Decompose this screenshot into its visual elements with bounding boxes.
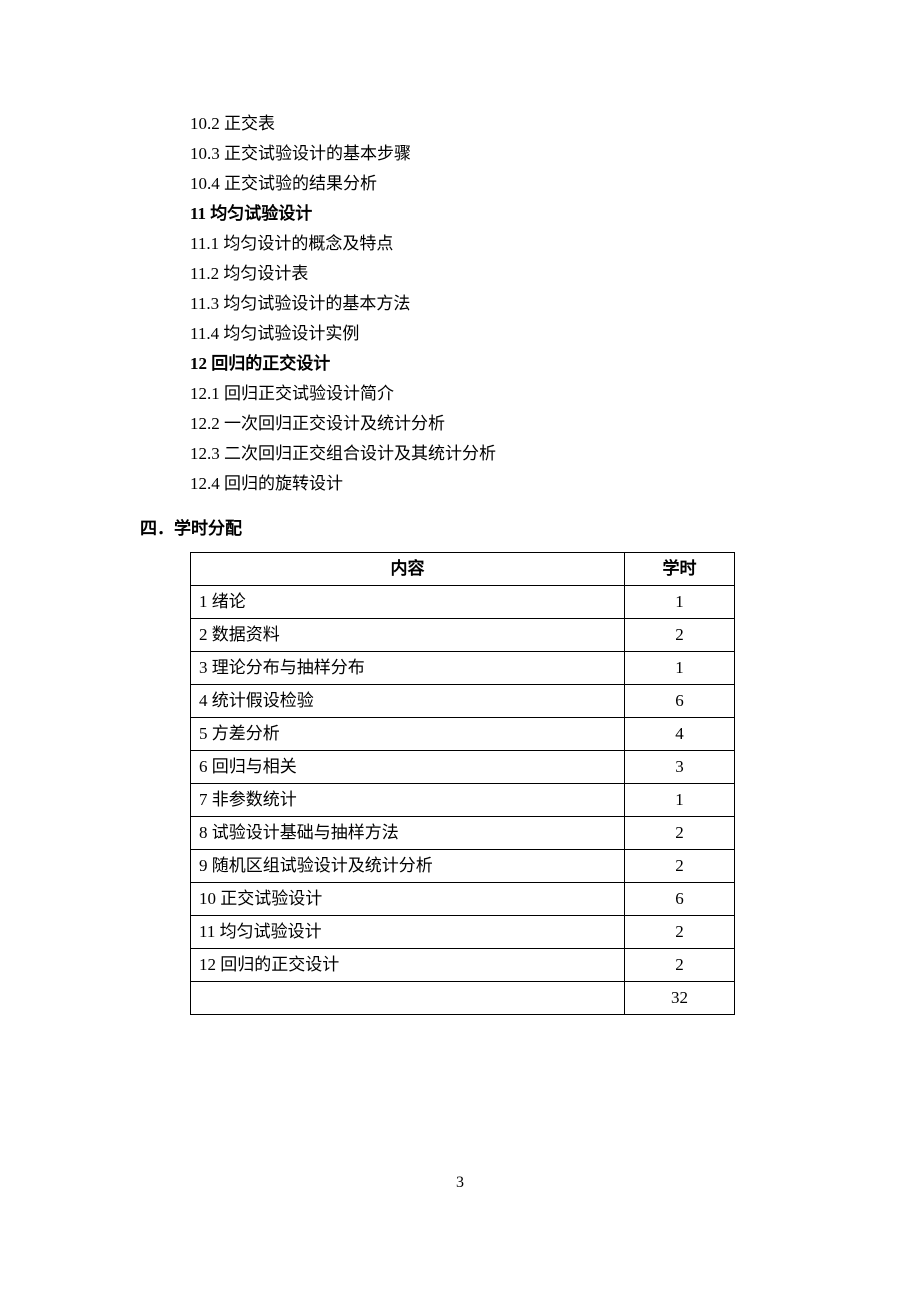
table-row: 9 随机区组试验设计及统计分析2 [191, 850, 735, 883]
table-row: 1 绪论1 [191, 586, 735, 619]
cell-hours: 32 [625, 982, 735, 1015]
table-row: 32 [191, 982, 735, 1015]
cell-content: 8 试验设计基础与抽样方法 [191, 817, 625, 850]
cell-hours: 1 [625, 652, 735, 685]
cell-content: 2 数据资料 [191, 619, 625, 652]
cell-hours: 2 [625, 949, 735, 982]
table-row: 11 均匀试验设计2 [191, 916, 735, 949]
outline-line: 10.4 正交试验的结果分析 [190, 169, 800, 199]
page-number: 3 [0, 1174, 920, 1192]
cell-content: 4 统计假设检验 [191, 685, 625, 718]
section-heading: 四．学时分配 [0, 514, 920, 544]
table-header-row: 内容 学时 [191, 553, 735, 586]
cell-content: 7 非参数统计 [191, 784, 625, 817]
cell-hours: 2 [625, 916, 735, 949]
table-row: 12 回归的正交设计2 [191, 949, 735, 982]
outline-content: 10.2 正交表10.3 正交试验设计的基本步骤10.4 正交试验的结果分析11… [0, 109, 920, 499]
cell-content: 12 回归的正交设计 [191, 949, 625, 982]
cell-content: 5 方差分析 [191, 718, 625, 751]
outline-line: 12 回归的正交设计 [190, 349, 800, 379]
table-row: 3 理论分布与抽样分布1 [191, 652, 735, 685]
outline-line: 10.2 正交表 [190, 109, 800, 139]
hours-table-wrap: 内容 学时 1 绪论12 数据资料23 理论分布与抽样分布14 统计假设检验65… [0, 552, 920, 1015]
header-content: 内容 [191, 553, 625, 586]
cell-hours: 6 [625, 685, 735, 718]
cell-content: 9 随机区组试验设计及统计分析 [191, 850, 625, 883]
outline-line: 12.3 二次回归正交组合设计及其统计分析 [190, 439, 800, 469]
outline-line: 11.2 均匀设计表 [190, 259, 800, 289]
cell-hours: 6 [625, 883, 735, 916]
cell-content: 3 理论分布与抽样分布 [191, 652, 625, 685]
outline-line: 11.1 均匀设计的概念及特点 [190, 229, 800, 259]
outline-line: 12.1 回归正交试验设计简介 [190, 379, 800, 409]
outline-line: 11 均匀试验设计 [190, 199, 800, 229]
outline-line: 11.3 均匀试验设计的基本方法 [190, 289, 800, 319]
header-hours: 学时 [625, 553, 735, 586]
table-row: 4 统计假设检验6 [191, 685, 735, 718]
cell-hours: 4 [625, 718, 735, 751]
table-row: 2 数据资料2 [191, 619, 735, 652]
cell-content: 10 正交试验设计 [191, 883, 625, 916]
cell-content: 1 绪论 [191, 586, 625, 619]
outline-line: 10.3 正交试验设计的基本步骤 [190, 139, 800, 169]
outline-line: 11.4 均匀试验设计实例 [190, 319, 800, 349]
cell-hours: 1 [625, 586, 735, 619]
cell-hours: 2 [625, 850, 735, 883]
table-row: 6 回归与相关3 [191, 751, 735, 784]
cell-content: 6 回归与相关 [191, 751, 625, 784]
table-row: 5 方差分析4 [191, 718, 735, 751]
cell-hours: 2 [625, 817, 735, 850]
table-row: 7 非参数统计1 [191, 784, 735, 817]
cell-hours: 2 [625, 619, 735, 652]
cell-content [191, 982, 625, 1015]
cell-hours: 1 [625, 784, 735, 817]
table-row: 8 试验设计基础与抽样方法2 [191, 817, 735, 850]
table-row: 10 正交试验设计6 [191, 883, 735, 916]
outline-line: 12.2 一次回归正交设计及统计分析 [190, 409, 800, 439]
cell-hours: 3 [625, 751, 735, 784]
cell-content: 11 均匀试验设计 [191, 916, 625, 949]
hours-table: 内容 学时 1 绪论12 数据资料23 理论分布与抽样分布14 统计假设检验65… [190, 552, 735, 1015]
outline-line: 12.4 回归的旋转设计 [190, 469, 800, 499]
